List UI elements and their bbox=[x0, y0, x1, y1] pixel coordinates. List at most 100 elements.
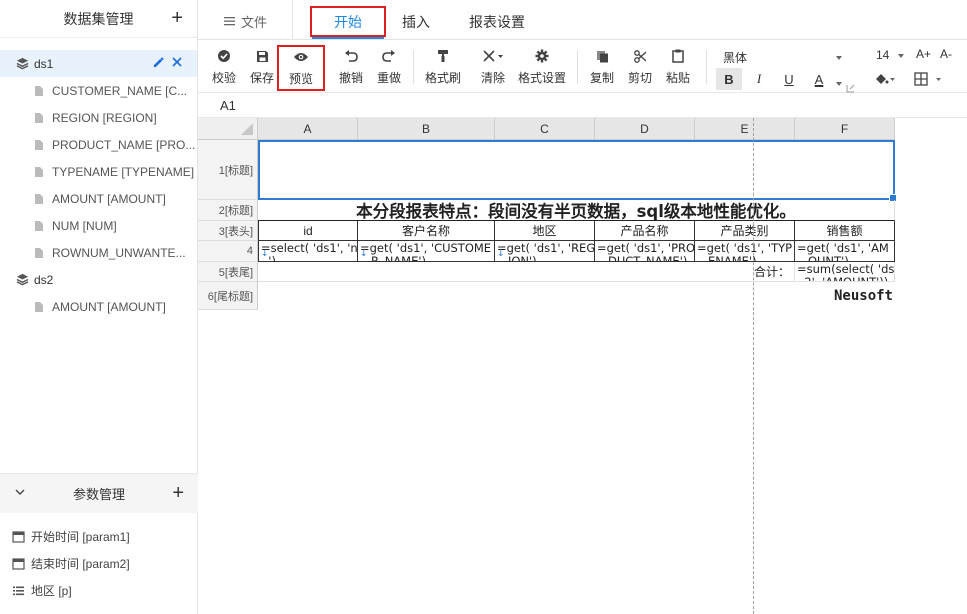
header-cell[interactable]: id bbox=[258, 221, 358, 241]
border-grid-icon[interactable] bbox=[914, 72, 942, 89]
clear-label: 清除 bbox=[480, 71, 505, 85]
eye-icon bbox=[293, 47, 309, 67]
row-header[interactable]: 1[标题] bbox=[198, 140, 258, 200]
caret-down-icon bbox=[897, 48, 905, 62]
formula-cell[interactable]: =get( 'ds1', 'CUSTOME R_NAME') ↓ bbox=[358, 241, 495, 262]
param-list: 开始时间 [param1] 结束时间 [param2] 地区 [p] bbox=[0, 513, 198, 604]
select-all-corner[interactable] bbox=[198, 118, 258, 140]
format-settings-button[interactable]: 格式设置 bbox=[516, 46, 568, 90]
dataset-ds2[interactable]: ds2 bbox=[0, 266, 197, 293]
toolbar-separator bbox=[706, 50, 707, 84]
footer-title-cell[interactable]: Neusoft bbox=[258, 282, 895, 310]
verify-button[interactable]: 校验 bbox=[208, 46, 240, 90]
font-color-button[interactable]: A bbox=[806, 68, 832, 90]
toolbar-separator bbox=[577, 50, 578, 84]
field-item[interactable]: TYPENAME [TYPENAME] bbox=[0, 158, 197, 185]
row-header[interactable]: 3[表头] bbox=[198, 221, 258, 241]
column-header[interactable]: E bbox=[695, 118, 795, 140]
header-cell[interactable]: 销售额 bbox=[795, 221, 895, 241]
tab-home[interactable]: 开始 bbox=[310, 6, 386, 39]
paste-button[interactable]: 粘贴 bbox=[662, 46, 694, 90]
formula-cell[interactable]: =get( 'ds1', 'TYP ENAME') bbox=[695, 241, 795, 262]
tab-report-settings[interactable]: 报表设置 bbox=[462, 6, 532, 37]
font-decrease-button[interactable]: A- bbox=[940, 47, 952, 61]
copy-icon bbox=[596, 46, 609, 66]
preview-button[interactable]: 预览 bbox=[277, 45, 325, 91]
cut-label: 剪切 bbox=[627, 71, 652, 85]
save-button[interactable]: 保存 bbox=[246, 46, 278, 90]
file-menu[interactable]: 文件 bbox=[224, 12, 267, 31]
caret-down-icon[interactable] bbox=[835, 76, 843, 90]
edit-pencil-icon[interactable] bbox=[152, 56, 165, 72]
header-cell[interactable]: 产品名称 bbox=[595, 221, 695, 241]
column-header[interactable]: F bbox=[795, 118, 895, 140]
selected-cell-a1[interactable] bbox=[258, 140, 897, 202]
formula-cell[interactable]: =get( 'ds1', 'AM OUNT') bbox=[795, 241, 895, 262]
verify-label: 校验 bbox=[211, 71, 236, 85]
header-cell[interactable]: 地区 bbox=[495, 221, 595, 241]
cell-name-box[interactable]: A1 bbox=[198, 93, 967, 118]
paste-label: 粘贴 bbox=[665, 71, 690, 85]
undo-button[interactable]: 撤销 bbox=[335, 46, 367, 90]
add-dataset-plus-icon[interactable]: + bbox=[171, 8, 183, 28]
field-label: CUSTOMER_NAME [C... bbox=[52, 83, 188, 98]
file-icon bbox=[34, 166, 46, 178]
bold-button[interactable]: B bbox=[716, 68, 742, 90]
copy-button[interactable]: 复制 bbox=[586, 46, 618, 90]
list-icon bbox=[12, 584, 25, 597]
param-panel-title: 参数管理 bbox=[72, 487, 125, 502]
formula-text: =select( 'ds1', 'n ') bbox=[261, 241, 358, 262]
underline-button[interactable]: U bbox=[776, 68, 802, 90]
formula-cell[interactable]: =get( 'ds1', 'REG ION') ↓ bbox=[495, 241, 595, 262]
paint-roller-icon bbox=[437, 46, 449, 66]
tab-insert[interactable]: 插入 bbox=[394, 6, 438, 37]
fill-color-icon[interactable] bbox=[874, 72, 896, 89]
header-cell[interactable]: 产品类别 bbox=[695, 221, 795, 241]
column-header[interactable]: D bbox=[595, 118, 695, 140]
field-item[interactable]: NUM [NUM] bbox=[0, 212, 197, 239]
field-item[interactable]: AMOUNT [AMOUNT] bbox=[0, 185, 197, 212]
copy-label: 复制 bbox=[589, 71, 614, 85]
clear-button[interactable]: 清除 bbox=[474, 46, 512, 90]
report-title-cell[interactable]: 本分段报表特点：段间没有半页数据，sql级本地性能优化。 bbox=[258, 200, 895, 221]
check-circle-icon bbox=[217, 46, 231, 66]
scissors-icon bbox=[633, 46, 647, 66]
font-size-select[interactable]: 14 bbox=[876, 48, 905, 62]
column-header[interactable]: B bbox=[358, 118, 495, 140]
field-item[interactable]: CUSTOMER_NAME [C... bbox=[0, 77, 197, 104]
font-family-select[interactable]: 黑体 bbox=[723, 48, 843, 66]
param-item[interactable]: 结束时间 [param2] bbox=[0, 550, 198, 577]
field-item[interactable]: ROWNUM_UNWANTE... bbox=[0, 239, 197, 266]
top-tab-bar: 文件 开始 插入 报表设置 bbox=[198, 0, 967, 40]
add-param-plus-icon[interactable]: + bbox=[172, 483, 184, 503]
row-header[interactable]: 5[表尾] bbox=[198, 262, 258, 282]
file-icon bbox=[34, 85, 46, 97]
save-label: 保存 bbox=[249, 71, 274, 85]
row-header[interactable]: 2[标题] bbox=[198, 200, 258, 221]
field-item[interactable]: REGION [REGION] bbox=[0, 104, 197, 131]
cell-reference: A1 bbox=[220, 98, 236, 113]
dataset-ds1[interactable]: ds1 bbox=[0, 50, 197, 77]
cut-button[interactable]: 剪切 bbox=[624, 46, 656, 90]
row-header[interactable]: 4 bbox=[198, 241, 258, 262]
font-increase-button[interactable]: A+ bbox=[916, 47, 931, 61]
formula-cell[interactable]: =select( 'ds1', 'n ') ↓ bbox=[258, 241, 358, 262]
chevron-down-icon[interactable] bbox=[14, 486, 26, 501]
italic-button[interactable]: I bbox=[746, 68, 772, 90]
row-header[interactable]: 6[尾标题] bbox=[198, 282, 258, 310]
column-header[interactable]: C bbox=[495, 118, 595, 140]
format-painter-button[interactable]: 格式刷 bbox=[422, 46, 464, 90]
header-cell[interactable]: 客户名称 bbox=[358, 221, 495, 241]
param-item[interactable]: 地区 [p] bbox=[0, 577, 198, 604]
field-item[interactable]: AMOUNT [AMOUNT] bbox=[0, 293, 197, 320]
redo-button[interactable]: 重做 bbox=[373, 46, 405, 90]
total-label-cell[interactable]: 合计： bbox=[258, 262, 795, 282]
column-header[interactable]: A bbox=[258, 118, 358, 140]
field-item[interactable]: PRODUCT_NAME [PRO... bbox=[0, 131, 197, 158]
delete-close-icon[interactable] bbox=[171, 56, 183, 72]
formula-cell[interactable]: =get( 'ds1', 'PRO DUCT_NAME') bbox=[595, 241, 695, 262]
caret-down-icon bbox=[835, 50, 843, 64]
total-formula-cell[interactable]: =sum(select( 'ds 2', 'AMOUNT')) bbox=[795, 262, 895, 282]
param-item[interactable]: 开始时间 [param1] bbox=[0, 523, 198, 550]
field-label: NUM [NUM] bbox=[52, 218, 117, 233]
